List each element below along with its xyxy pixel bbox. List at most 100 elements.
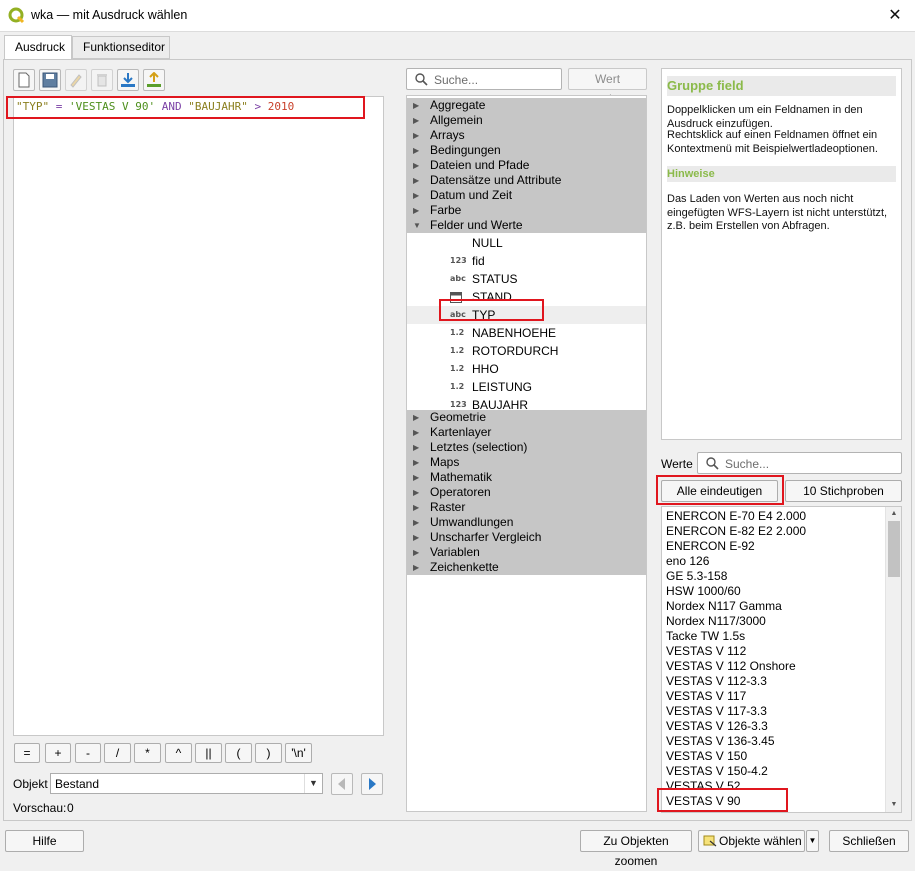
collapsed-arrow-icon[interactable]: ▶	[413, 560, 419, 575]
operator-equals-button[interactable]: =	[14, 743, 40, 763]
value-list-item[interactable]: GE 5.3-158	[666, 569, 727, 584]
tree-group-item[interactable]: ▶ Mathematik	[407, 470, 646, 485]
tree-group-item[interactable]: ▶ Kartenlayer	[407, 425, 646, 440]
collapsed-arrow-icon[interactable]: ▶	[413, 425, 419, 440]
value-list-item[interactable]: Tacke TW 1.5s	[666, 629, 745, 644]
operator-divide-button[interactable]: /	[104, 743, 131, 763]
value-list-item[interactable]: ENERCON E-82 E2 2.000	[666, 524, 806, 539]
collapsed-arrow-icon[interactable]: ▶	[413, 128, 419, 143]
collapsed-arrow-icon[interactable]: ▶	[413, 470, 419, 485]
tree-group-item[interactable]: ▶ Maps	[407, 455, 646, 470]
value-list-item[interactable]: HSW 1000/60	[666, 584, 741, 599]
collapsed-arrow-icon[interactable]: ▶	[413, 455, 419, 470]
previous-feature-button[interactable]	[331, 773, 353, 795]
operator-concat-button[interactable]: ||	[195, 743, 222, 763]
value-list-item[interactable]: VESTAS V 117-3.3	[666, 704, 767, 719]
tree-group-item[interactable]: ▶ Umwandlungen	[407, 515, 646, 530]
value-list-item[interactable]: Nordex N117 Gamma	[666, 599, 782, 614]
field-item[interactable]: 1.2 ROTORDURCH	[407, 342, 646, 360]
field-item[interactable]: 123 fid	[407, 252, 646, 270]
collapsed-arrow-icon[interactable]: ▶	[413, 98, 419, 113]
operator-newline-button[interactable]: '\n'	[285, 743, 312, 763]
save-button[interactable]	[39, 69, 61, 91]
value-list-item[interactable]: ENERCON E-70 E4 2.000	[666, 509, 806, 524]
tree-group-item[interactable]: ▼ Felder und Werte	[407, 218, 646, 233]
tree-group-item[interactable]: ▶ Dateien und Pfade	[407, 158, 646, 173]
collapsed-arrow-icon[interactable]: ▶	[413, 143, 419, 158]
values-list[interactable]: ENERCON E-70 E4 2.000 ENERCON E-82 E2 2.0…	[661, 506, 902, 813]
function-tree[interactable]: ▶ Aggregate ▶ Allgemein ▶ Arrays ▶ Bedingungen ▶…	[406, 95, 647, 812]
expanded-arrow-icon[interactable]: ▼	[413, 218, 421, 233]
value-list-item[interactable]: VESTAS V 136-3.45	[666, 734, 775, 749]
collapsed-arrow-icon[interactable]: ▶	[413, 485, 419, 500]
operator-open-paren-button[interactable]: (	[225, 743, 252, 763]
zoom-to-features-button[interactable]: Zu Objekten zoomen	[580, 830, 692, 868]
collapsed-arrow-icon[interactable]: ▶	[413, 515, 419, 530]
next-feature-button[interactable]	[361, 773, 383, 795]
values-search-input[interactable]: Suche...	[697, 452, 902, 474]
field-item[interactable]: NULL	[407, 234, 646, 252]
collapsed-arrow-icon[interactable]: ▶	[413, 440, 419, 455]
tree-group-item[interactable]: ▶ Zeichenkette	[407, 560, 646, 575]
tree-group-item[interactable]: ▶ Arrays	[407, 128, 646, 143]
expression-editor[interactable]	[13, 96, 384, 736]
operator-multiply-button[interactable]: *	[134, 743, 161, 763]
collapsed-arrow-icon[interactable]: ▶	[413, 500, 419, 515]
edit-button[interactable]	[65, 69, 87, 91]
tree-group-item[interactable]: ▶ Datensätze und Attribute	[407, 173, 646, 188]
operator-close-paren-button[interactable]: )	[255, 743, 282, 763]
close-button[interactable]: Schließen	[829, 830, 909, 852]
objekt-select[interactable]: Bestand ▼	[50, 773, 323, 794]
collapsed-arrow-icon[interactable]: ▶	[413, 173, 419, 188]
value-list-item[interactable]: VESTAS V 117	[666, 689, 746, 704]
field-item[interactable]: abc STATUS	[407, 270, 646, 288]
collapsed-arrow-icon[interactable]: ▶	[413, 158, 419, 173]
scroll-thumb[interactable]	[888, 521, 900, 577]
function-search-input[interactable]: Suche...	[406, 68, 562, 90]
tree-group-item[interactable]: ▶ Operatoren	[407, 485, 646, 500]
tab-funktionseditor[interactable]: Funktionseditor	[72, 36, 170, 59]
tree-group-item[interactable]: ▶ Variablen	[407, 545, 646, 560]
scroll-down-icon[interactable]: ▼	[886, 798, 901, 812]
value-list-item[interactable]: VESTAS V 112 Onshore	[666, 659, 796, 674]
value-list-item[interactable]: VESTAS V 150-4.2	[666, 764, 768, 779]
select-features-button[interactable]: Objekte wählen	[698, 830, 805, 852]
scroll-up-icon[interactable]: ▲	[886, 507, 901, 521]
tree-group-item[interactable]: ▶ Aggregate	[407, 98, 646, 113]
value-list-item[interactable]: VESTAS V 150	[666, 749, 747, 764]
tree-group-item[interactable]: ▶ Unscharfer Vergleich	[407, 530, 646, 545]
field-item[interactable]: 1.2 NABENHOEHE	[407, 324, 646, 342]
collapsed-arrow-icon[interactable]: ▶	[413, 410, 419, 425]
export-button[interactable]	[143, 69, 165, 91]
show-value-button[interactable]: Wert anzeigen	[568, 68, 647, 106]
import-button[interactable]	[117, 69, 139, 91]
tree-group-item[interactable]: ▶ Geometrie	[407, 410, 646, 425]
field-item[interactable]: 1.2 HHO	[407, 360, 646, 378]
tree-group-item[interactable]: ▶ Letztes (selection)	[407, 440, 646, 455]
tree-group-item[interactable]: ▶ Farbe	[407, 203, 646, 218]
value-list-item[interactable]: ENERCON E-92	[666, 539, 755, 554]
operator-power-button[interactable]: ^	[165, 743, 192, 763]
operator-plus-button[interactable]: +	[45, 743, 71, 763]
collapsed-arrow-icon[interactable]: ▶	[413, 545, 419, 560]
tree-group-item[interactable]: ▶ Allgemein	[407, 113, 646, 128]
new-file-button[interactable]	[13, 69, 35, 91]
collapsed-arrow-icon[interactable]: ▶	[413, 188, 419, 203]
value-list-item[interactable]: eno 126	[666, 554, 709, 569]
tab-ausdruck[interactable]: Ausdruck	[4, 35, 72, 60]
operator-minus-button[interactable]: -	[75, 743, 101, 763]
help-button[interactable]: Hilfe	[5, 830, 84, 852]
select-features-dropdown-button[interactable]: ▼	[806, 830, 819, 852]
tree-group-item[interactable]: ▶ Bedingungen	[407, 143, 646, 158]
close-window-icon[interactable]: ✕	[875, 0, 915, 32]
tree-group-item[interactable]: ▶ Raster	[407, 500, 646, 515]
tree-group-item[interactable]: ▶ Datum und Zeit	[407, 188, 646, 203]
value-list-item[interactable]: VESTAS V 126-3.3	[666, 719, 768, 734]
value-list-item[interactable]: Nordex N117/3000	[666, 614, 766, 629]
value-list-item[interactable]: VESTAS V 112-3.3	[666, 674, 767, 689]
collapsed-arrow-icon[interactable]: ▶	[413, 113, 419, 128]
values-scrollbar[interactable]: ▲ ▼	[885, 507, 901, 812]
collapsed-arrow-icon[interactable]: ▶	[413, 203, 419, 218]
collapsed-arrow-icon[interactable]: ▶	[413, 530, 419, 545]
field-item[interactable]: 1.2 LEISTUNG	[407, 378, 646, 396]
